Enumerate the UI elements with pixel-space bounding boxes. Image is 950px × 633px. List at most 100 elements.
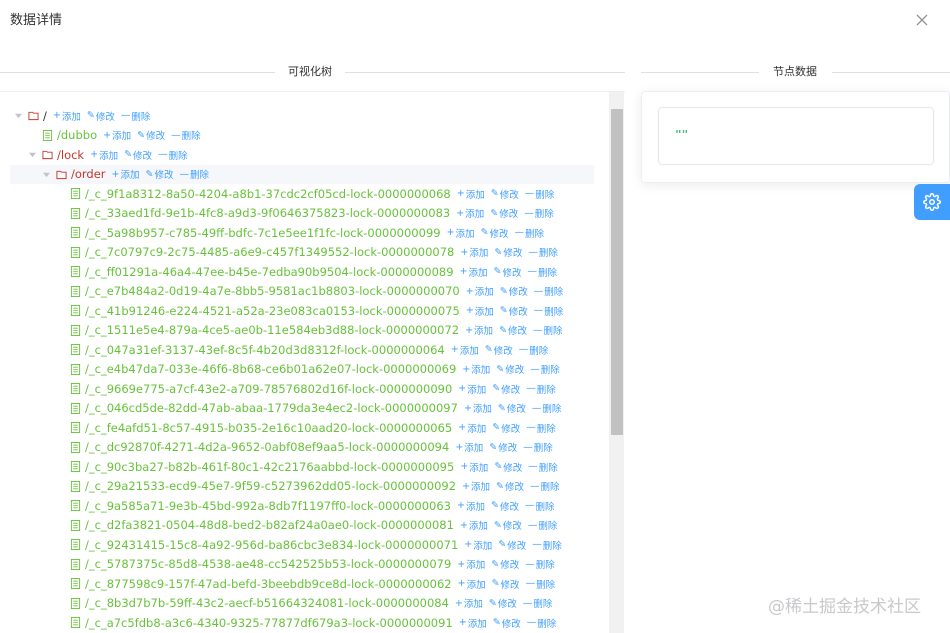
edit-button[interactable]: ✎ 修改	[491, 499, 519, 513]
delete-button[interactable]: — 删除	[528, 245, 558, 260]
tree-node[interactable]: /_c_e4b47da7-033e-46f6-8b68-ce6b01a62e07…	[10, 360, 594, 380]
edit-button[interactable]: ✎ 修改	[489, 596, 517, 611]
edit-button[interactable]: ✎ 修改	[499, 323, 527, 338]
edit-button[interactable]: ✎ 修改	[500, 284, 528, 299]
add-button[interactable]: + 添加	[457, 499, 485, 513]
add-button[interactable]: + 添加	[457, 187, 485, 201]
edit-button[interactable]: ✎ 修改	[494, 265, 522, 279]
edit-button[interactable]: ✎ 修改	[481, 226, 509, 240]
add-button[interactable]: + 添加	[460, 245, 488, 260]
delete-button[interactable]: — 删除	[525, 187, 555, 201]
edit-button[interactable]: ✎ 修改	[491, 557, 519, 572]
edit-button[interactable]: ✎ 修改	[490, 206, 518, 221]
delete-button[interactable]: — 删除	[525, 557, 555, 572]
edit-button[interactable]: ✎ 修改	[491, 187, 519, 201]
tree-node[interactable]: /_c_ff01291a-46a4-47ee-b45e-7edba90b9504…	[10, 262, 594, 282]
add-button[interactable]: + 添加	[459, 616, 487, 630]
delete-button[interactable]: — 删除	[523, 596, 553, 611]
delete-button[interactable]: — 删除	[525, 499, 555, 513]
edit-button[interactable]: ✎ 修改	[496, 479, 524, 494]
edit-button[interactable]: ✎ 修改	[496, 362, 524, 377]
delete-button[interactable]: — 删除	[533, 323, 563, 338]
delete-button[interactable]: — 删除	[519, 343, 549, 357]
add-button[interactable]: + 添加	[112, 167, 140, 182]
tree-node[interactable]: /order + 添加 ✎ 修改 — 删除	[10, 164, 594, 184]
edit-button[interactable]: ✎ 修改	[492, 382, 520, 396]
edit-button[interactable]: ✎ 修改	[493, 616, 521, 630]
caret-down-icon[interactable]	[14, 112, 22, 120]
add-button[interactable]: + 添加	[464, 538, 492, 552]
add-button[interactable]: + 添加	[458, 382, 486, 396]
edit-button[interactable]: ✎ 修改	[87, 109, 115, 123]
delete-button[interactable]: — 删除	[526, 577, 556, 591]
tree-node[interactable]: /_c_1511e5e4-879a-4ce5-ae0b-11e584eb3d88…	[10, 321, 594, 341]
tree-node[interactable]: /_c_dc92870f-4271-4d2a-9652-0abf08ef9aa5…	[10, 438, 594, 458]
add-button[interactable]: + 添加	[462, 479, 490, 494]
tree-node[interactable]: /_c_5a98b957-c785-49ff-bdfc-7c1e5ee1f1fc…	[10, 223, 594, 243]
delete-button[interactable]: — 删除	[515, 226, 545, 240]
edit-button[interactable]: ✎ 修改	[498, 401, 526, 416]
delete-button[interactable]: — 删除	[530, 479, 560, 494]
tree-node[interactable]: /_c_92431415-15c8-4a92-956d-ba86cbc3e834…	[10, 535, 594, 555]
edit-button[interactable]: ✎ 修改	[492, 577, 520, 591]
add-button[interactable]: + 添加	[460, 518, 488, 533]
tree-node[interactable]: /lock + 添加 ✎ 修改 — 删除	[10, 145, 594, 165]
delete-button[interactable]: — 删除	[171, 128, 201, 143]
add-button[interactable]: + 添加	[462, 362, 490, 377]
edit-button[interactable]: ✎ 修改	[489, 440, 517, 455]
tree-node[interactable]: /_c_9a585a71-9e3b-45bd-992a-8db7f1197ff0…	[10, 496, 594, 516]
delete-button[interactable]: — 删除	[180, 167, 210, 182]
scrollbar-thumb[interactable]	[611, 109, 623, 435]
edit-button[interactable]: ✎ 修改	[494, 460, 522, 474]
add-button[interactable]: + 添加	[460, 265, 488, 279]
add-button[interactable]: + 添加	[455, 440, 483, 455]
add-button[interactable]: + 添加	[103, 128, 131, 143]
add-button[interactable]: + 添加	[466, 304, 494, 318]
edit-button[interactable]: ✎ 修改	[494, 518, 522, 533]
tree-node[interactable]: /_c_fe4afd51-8c57-4915-b035-2e16c10aad20…	[10, 418, 594, 438]
tree-node[interactable]: /_c_33aed1fd-9e1b-4fc8-a9d3-9f0646375823…	[10, 204, 594, 224]
delete-button[interactable]: — 删除	[528, 265, 558, 279]
delete-button[interactable]: — 删除	[523, 440, 553, 455]
tree-node[interactable]: /_c_29a21533-ecd9-45e7-9f59-c5273962dd05…	[10, 477, 594, 497]
delete-button[interactable]: — 删除	[532, 538, 562, 552]
tree-node[interactable]: /_c_a7c5fdb8-a3c6-4340-9325-77877df679a3…	[10, 613, 594, 633]
tree-node[interactable]: /_c_046cd5de-82dd-47ab-abaa-1779da3e4ec2…	[10, 399, 594, 419]
edit-button[interactable]: ✎ 修改	[124, 148, 152, 162]
add-button[interactable]: + 添加	[451, 343, 479, 357]
tree-node[interactable]: /_c_047a31ef-3137-43ef-8c5f-4b20d3d8312f…	[10, 340, 594, 360]
edit-button[interactable]: ✎ 修改	[485, 343, 513, 357]
add-button[interactable]: + 添加	[458, 421, 486, 435]
delete-button[interactable]: — 删除	[528, 460, 558, 474]
delete-button[interactable]: — 删除	[528, 518, 558, 533]
delete-button[interactable]: — 删除	[527, 616, 557, 630]
delete-button[interactable]: — 删除	[526, 382, 556, 396]
delete-button[interactable]: — 删除	[526, 421, 556, 435]
tree-node[interactable]: /_c_90c3ba27-b82b-461f-80c1-42c2176aabbd…	[10, 457, 594, 477]
delete-button[interactable]: — 删除	[532, 401, 562, 416]
add-button[interactable]: + 添加	[464, 401, 492, 416]
edit-button[interactable]: ✎ 修改	[137, 128, 165, 143]
tree-node[interactable]: /_c_9669e775-a7cf-43e2-a709-78576802d16f…	[10, 379, 594, 399]
add-button[interactable]: + 添加	[457, 557, 485, 572]
close-button[interactable]	[914, 12, 930, 28]
tree-node[interactable]: /_c_9f1a8312-8a50-4204-a8b1-37cdc2cf05cd…	[10, 184, 594, 204]
delete-button[interactable]: — 删除	[530, 362, 560, 377]
tree-node[interactable]: /_c_5787375c-85d8-4538-ae48-cc542525b53-…	[10, 555, 594, 575]
caret-down-icon[interactable]	[42, 170, 50, 178]
add-button[interactable]: + 添加	[447, 226, 475, 240]
add-button[interactable]: + 添加	[456, 206, 484, 221]
add-button[interactable]: + 添加	[460, 460, 488, 474]
edit-button[interactable]: ✎ 修改	[500, 304, 528, 318]
delete-button[interactable]: — 删除	[524, 206, 554, 221]
tree-node[interactable]: /_c_41b91246-e224-4521-a52a-23e083ca0153…	[10, 301, 594, 321]
add-button[interactable]: + 添加	[90, 148, 118, 162]
tree-node[interactable]: /_c_8b3d7b7b-59ff-43c2-aecf-b51664324081…	[10, 594, 594, 614]
settings-button[interactable]	[914, 184, 950, 220]
tree-node[interactable]: /dubbo + 添加 ✎ 修改 — 删除	[10, 126, 594, 146]
add-button[interactable]: + 添加	[458, 577, 486, 591]
add-button[interactable]: + 添加	[53, 109, 81, 123]
add-button[interactable]: + 添加	[455, 596, 483, 611]
edit-button[interactable]: ✎ 修改	[146, 167, 174, 182]
add-button[interactable]: + 添加	[465, 323, 493, 338]
